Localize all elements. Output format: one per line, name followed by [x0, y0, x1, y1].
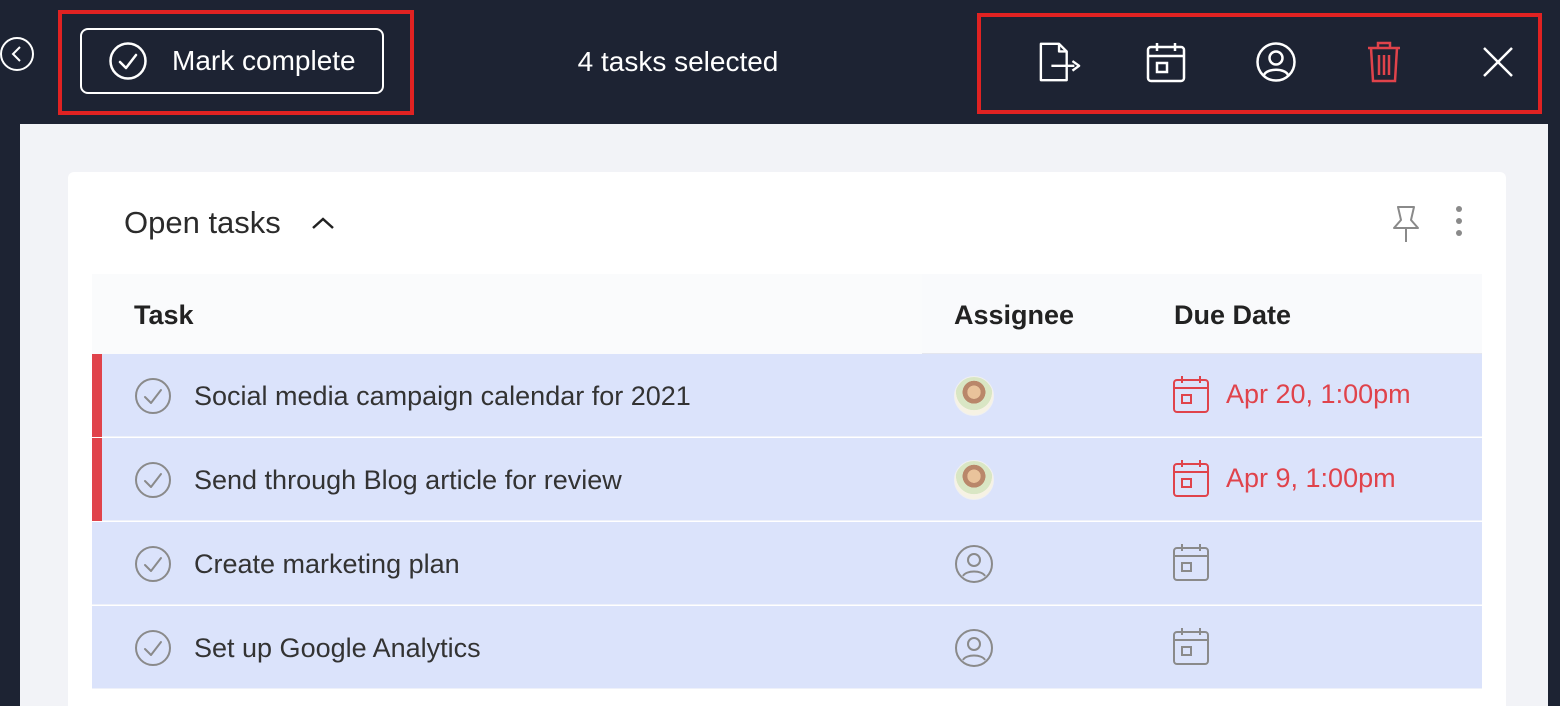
more-options-button[interactable]	[1448, 204, 1470, 245]
section-header[interactable]: Open tasks	[124, 203, 335, 243]
due-date-picker[interactable]	[1172, 542, 1210, 582]
chevron-left-icon	[11, 46, 21, 62]
close-selection-button[interactable]	[1476, 40, 1520, 84]
table-row[interactable]: Social media campaign calendar for 2021 …	[92, 354, 1482, 437]
column-header-assignee[interactable]: Assignee	[954, 298, 1074, 332]
set-due-date-button[interactable]	[1144, 40, 1188, 84]
mark-complete-button[interactable]: Mark complete	[80, 28, 384, 94]
overdue-flag	[92, 354, 102, 437]
column-header-due-date[interactable]: Due Date	[1174, 298, 1291, 332]
assignee-picker[interactable]	[954, 628, 994, 668]
calendar-icon	[1173, 460, 1209, 497]
task-name[interactable]: Create marketing plan	[194, 546, 460, 582]
delete-button[interactable]	[1362, 40, 1406, 84]
due-date-text: Apr 20, 1:00pm	[1226, 379, 1411, 409]
check-circle-icon[interactable]	[134, 629, 172, 667]
task-name[interactable]: Send through Blog article for review	[194, 462, 622, 498]
table-header: Task Assignee Due Date	[92, 274, 1482, 354]
due-date[interactable]: Apr 20, 1:00pm	[1172, 374, 1411, 414]
due-date-picker[interactable]	[1172, 626, 1210, 666]
pin-button[interactable]	[1388, 204, 1424, 249]
calendar-icon	[1173, 376, 1209, 413]
check-circle-icon[interactable]	[134, 545, 172, 583]
user-circle-icon	[1256, 42, 1296, 82]
chevron-up-icon[interactable]	[311, 216, 335, 230]
due-date-text: Apr 9, 1:00pm	[1226, 463, 1396, 493]
calendar-icon	[1146, 43, 1186, 83]
user-circle-icon	[955, 629, 993, 667]
avatar	[954, 376, 994, 416]
calendar-icon	[1173, 544, 1209, 581]
assignee-avatar[interactable]	[954, 376, 994, 416]
assignee-avatar[interactable]	[954, 460, 994, 500]
pin-icon	[1393, 206, 1419, 242]
column-header-task[interactable]: Task	[134, 298, 194, 332]
due-date[interactable]: Apr 9, 1:00pm	[1172, 458, 1396, 498]
table-row[interactable]: Create marketing plan	[92, 522, 1482, 605]
trash-icon	[1368, 41, 1400, 83]
assignee-picker[interactable]	[954, 544, 994, 584]
assign-button[interactable]	[1254, 40, 1298, 84]
mark-complete-label: Mark complete	[172, 45, 356, 76]
section-title: Open tasks	[124, 205, 281, 240]
avatar	[954, 460, 994, 500]
move-task-button[interactable]	[1038, 40, 1082, 84]
calendar-icon	[1173, 628, 1209, 665]
more-vertical-icon	[1456, 206, 1462, 236]
user-circle-icon	[955, 545, 993, 583]
task-column-bg	[92, 274, 922, 354]
table-row[interactable]: Set up Google Analytics	[92, 606, 1482, 689]
table-row[interactable]: Send through Blog article for review Apr…	[92, 438, 1482, 521]
move-task-icon	[1039, 42, 1081, 82]
back-button[interactable]	[0, 37, 34, 71]
selection-count: 4 tasks selected	[577, 46, 779, 77]
overdue-flag	[92, 438, 102, 521]
check-circle-icon	[109, 42, 147, 80]
bulk-action-bar: Mark complete 4 tasks selected	[0, 0, 1560, 124]
close-icon	[1483, 47, 1513, 77]
task-name[interactable]: Social media campaign calendar for 2021	[194, 378, 691, 414]
task-name[interactable]: Set up Google Analytics	[194, 630, 481, 666]
check-circle-icon[interactable]	[134, 461, 172, 499]
check-circle-icon[interactable]	[134, 377, 172, 415]
